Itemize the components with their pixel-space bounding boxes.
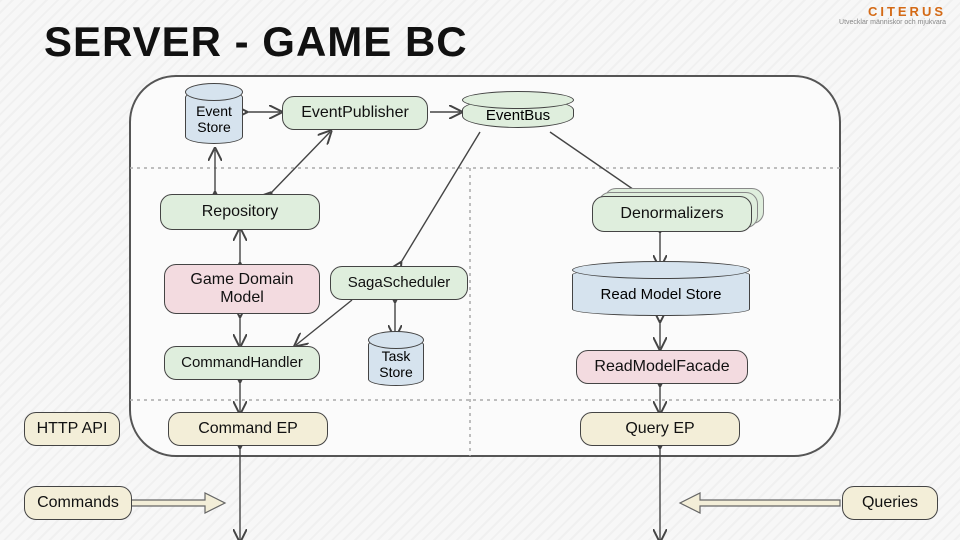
event-publisher: EventPublisher — [282, 96, 428, 130]
queries: Queries — [842, 486, 938, 520]
http-api: HTTP API — [24, 412, 120, 446]
diagram-canvas — [0, 0, 960, 540]
commands: Commands — [24, 486, 132, 520]
read-model-facade: ReadModelFacade — [576, 350, 748, 384]
logo: CITERUS Utvecklar människor och mjukvara — [839, 4, 946, 26]
denormalizers: Denormalizers — [592, 196, 752, 232]
event-bus: EventBus — [462, 98, 574, 128]
game-domain-model: Game DomainModel — [164, 264, 320, 314]
page-title: SERVER - GAME BC — [44, 18, 468, 66]
command-handler: CommandHandler — [164, 346, 320, 380]
event-store-db: EventStore — [185, 90, 243, 144]
logo-tagline: Utvecklar människor och mjukvara — [839, 19, 946, 26]
task-store-db: TaskStore — [368, 338, 424, 386]
logo-brand: CITERUS — [839, 4, 946, 19]
command-ep: Command EP — [168, 412, 328, 446]
saga-scheduler: SagaScheduler — [330, 266, 468, 300]
repository: Repository — [160, 194, 320, 230]
read-model-store-db: Read Model Store — [572, 268, 750, 316]
query-ep: Query EP — [580, 412, 740, 446]
